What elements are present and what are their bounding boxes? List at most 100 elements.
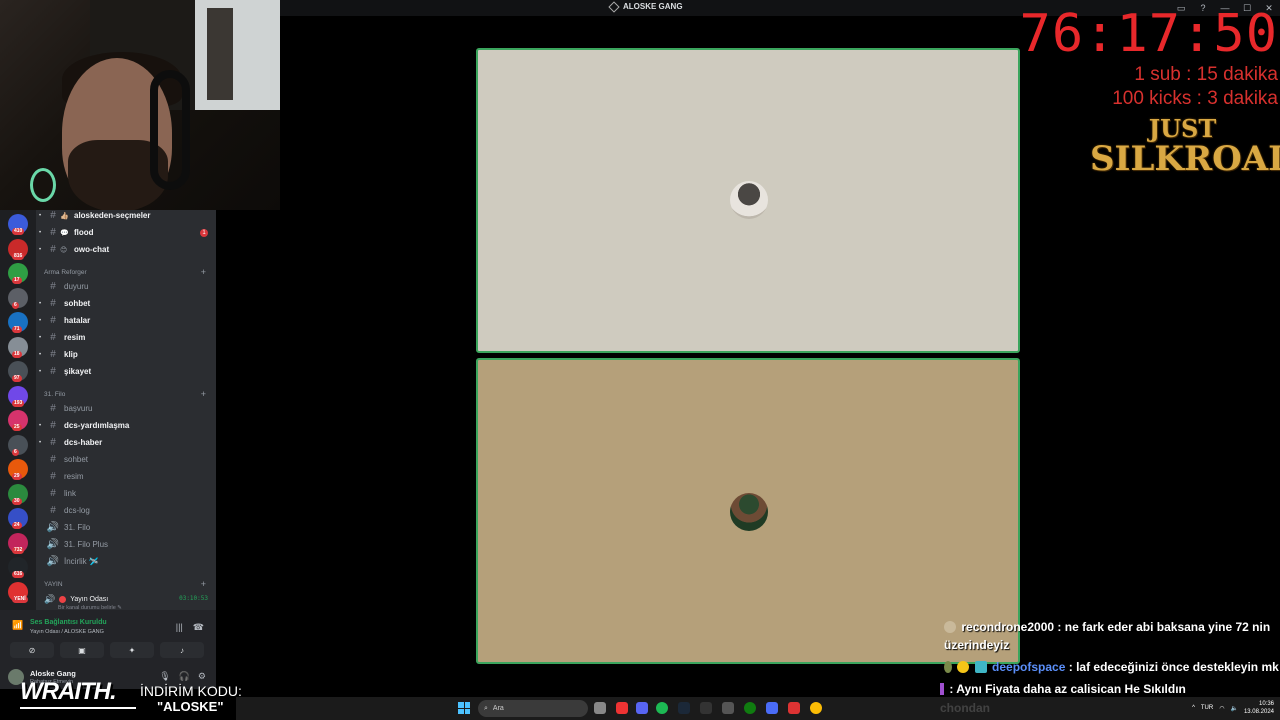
language-indicator[interactable]: TUR [1201,705,1213,711]
verified-badge-icon [974,661,987,673]
signal-icon[interactable]: 📶 [12,620,23,631]
sponsor-label: İNDİRİM KODU: [140,683,242,699]
subathon-timer: 76:17:50 [1019,4,1278,64]
sponsor-underline [20,707,136,709]
channel-filo-9[interactable]: 🔊 İncirlik 🛩️ [36,553,216,570]
channel-sidebar: • # 👍🏼 aloskeden-seçmeler • # 💬 flood 1 • # 😊 owo-ch… [36,210,216,620]
channel-emoji-icon: 😊 [60,246,68,254]
screen-share-button[interactable]: ▣ [60,642,104,658]
channel-filo-7[interactable]: 🔊 31. Filo [36,519,216,536]
channel-arma-4[interactable]: • # klip [36,346,216,363]
channel-name: resim [64,472,84,481]
volume-icon[interactable]: 🔈 [1230,705,1237,712]
taskbar-search[interactable]: ⌕ Ara [478,700,588,717]
mention-badge: 1 [200,228,208,237]
chrome-icon[interactable] [810,702,822,714]
taskview-icon[interactable] [594,702,606,714]
channel-filo-5[interactable]: # link [36,485,216,502]
channel-top-0[interactable]: • # 👍🏼 aloskeden-seçmeler [36,207,216,224]
soundboard-button[interactable]: ♪ [160,642,204,658]
category-arma[interactable]: Arma Reforger + [36,265,216,279]
add-channel-icon[interactable]: + [201,389,206,399]
app-icon[interactable] [788,702,800,714]
unread-indicator: • [38,334,42,341]
participant-tile-1[interactable] [476,48,1020,353]
channel-filo-1[interactable]: • # dcs-yardımlaşma [36,417,216,434]
voice-timer: 03:10:53 [179,595,208,602]
channel-filo-4[interactable]: # resim [36,468,216,485]
category-name: YAYIN [44,580,63,588]
headphones-icon[interactable]: 🎧 [179,671,190,682]
voice-channel-name: Yayın Odası [70,596,109,603]
unread-indicator: • [38,229,42,236]
channel-arma-1[interactable]: • # sohbet [36,295,216,312]
channel-top-1[interactable]: • # 💬 flood 1 [36,224,216,241]
discord-icon[interactable] [636,702,648,714]
server-notification-badge: 24 [12,522,22,529]
xbox-icon[interactable] [744,702,756,714]
unread-indicator: • [38,439,42,446]
channel-filo-8[interactable]: 🔊 31. Filo Plus [36,536,216,553]
hash-icon: # [50,332,56,343]
add-channel-icon[interactable]: + [201,267,206,277]
channel-filo-2[interactable]: • # dcs-haber [36,434,216,451]
channel-filo-3[interactable]: # sohbet [36,451,216,468]
channel-name: duyuru [64,282,89,291]
channel-arma-3[interactable]: • # resim [36,329,216,346]
clock-date: 13.08.2024 [1243,709,1274,715]
hash-icon: # [50,420,56,431]
noise-suppression-icon[interactable]: ||| [176,622,183,633]
sub-badge-icon [957,661,970,673]
subathon-rule-kicks: 100 kicks : 3 dakika [1112,88,1278,109]
user-badge-icon [944,621,956,633]
hash-icon: # [50,244,56,255]
channel-name: owo-chat [74,245,110,254]
channel-filo-0[interactable]: # başvuru [36,400,216,417]
steam-icon[interactable] [678,702,690,714]
app-icon[interactable] [766,702,778,714]
user-badge-icon [940,683,944,695]
wifi-icon[interactable]: ◠ [1219,705,1224,712]
category-yayin[interactable]: YAYIN + [36,577,216,591]
voice-connection-panel: 📶 Ses Bağlantısı Kuruldu Yayın Odası / A… [0,610,216,665]
channel-name: aloskeden-seçmeler [74,211,151,220]
system-tray: ^ TUR ◠ 🔈 10:36 13.08.2024 [1192,700,1274,716]
hash-icon: # [50,488,56,499]
app-icon[interactable] [722,702,734,714]
tray-chevron-icon[interactable]: ^ [1192,705,1195,711]
channel-top-2[interactable]: • # 😊 owo-chat [36,241,216,258]
settings-gear-icon[interactable]: ⚙ [198,671,206,682]
hash-icon: # [50,210,56,221]
hash-icon: # [50,403,56,414]
channel-arma-2[interactable]: • # hatalar [36,312,216,329]
participant-tile-2[interactable] [476,358,1020,664]
opera-icon[interactable] [616,702,628,714]
epic-games-icon[interactable] [700,702,712,714]
activities-button[interactable]: ✦ [110,642,154,658]
hash-icon: # [50,227,56,238]
channel-arma-5[interactable]: • # şikayet [36,363,216,380]
server-notification-badge: 193 [12,399,25,407]
username[interactable]: Aloske Gang [30,669,76,678]
voice-connection-status[interactable]: Ses Bağlantısı Kuruldu [30,619,107,626]
hash-icon: # [50,281,56,292]
channel-arma-0[interactable]: # duyuru [36,278,216,295]
server-rail: 410 816 17 6 71 18 97 193 25 6 29 30 24 732 616 YENİ [0,210,36,620]
channel-filo-6[interactable]: # dcs-log [36,502,216,519]
channel-emoji-icon: 💬 [60,229,69,237]
start-button[interactable] [458,702,470,714]
category-filo[interactable]: 31. Filo + [36,387,216,401]
voice-channel-icon: 🔊 [46,522,60,533]
add-channel-icon[interactable]: + [201,579,206,589]
voice-connection-room: Yayın Odası / ALOSKE GANG [30,629,104,635]
voice-channel-icon: 🔊 [46,539,60,550]
spotify-icon[interactable] [656,702,668,714]
camera-button[interactable]: ⊘ [10,642,54,658]
clock[interactable]: 10:36 13.08.2024 [1244,700,1274,716]
live-dot-icon [59,596,67,603]
mic-icon[interactable]: 🎙 [159,671,170,682]
server-notification-badge: 71 [12,326,22,333]
clock-time: 10:36 [1258,701,1274,707]
unread-indicator: • [38,368,42,375]
disconnect-icon[interactable]: ☎ [193,622,204,633]
